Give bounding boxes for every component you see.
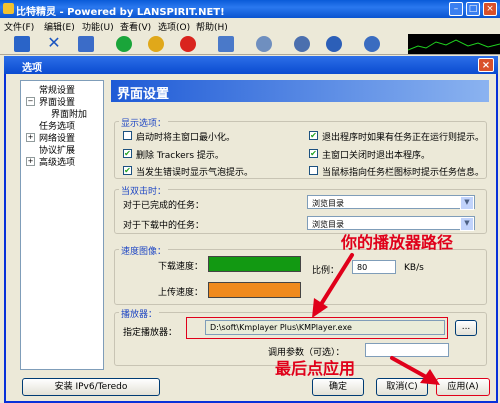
annotation-arrows	[312, 253, 440, 385]
